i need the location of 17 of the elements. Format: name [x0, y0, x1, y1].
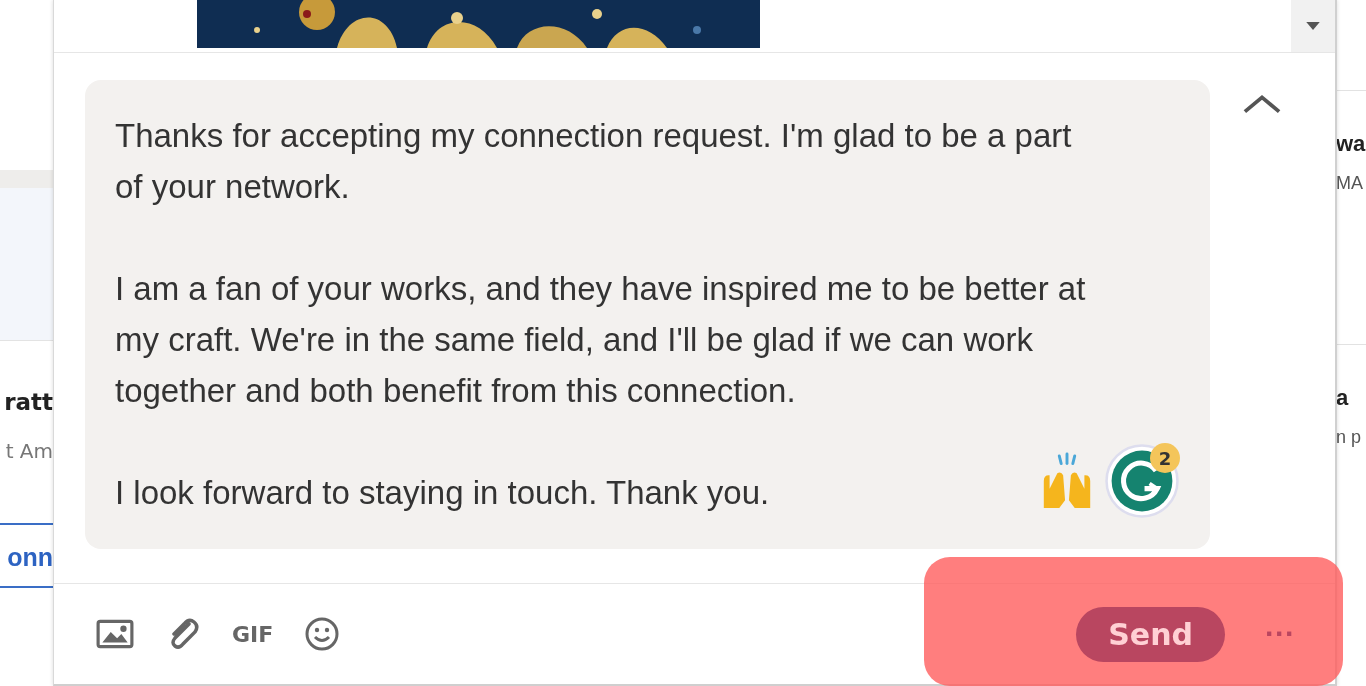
- profile-subtitle: MA: [1336, 173, 1364, 194]
- caret-icon[interactable]: [1306, 21, 1320, 31]
- profile-name: ratt: [3, 389, 53, 415]
- collapse-icon[interactable]: [1243, 94, 1281, 114]
- scrollbar[interactable]: [1291, 0, 1335, 52]
- gif-button[interactable]: GIF: [232, 621, 274, 647]
- profile-name: wa: [1336, 131, 1366, 157]
- message-paragraph: Thanks for accepting my connection request. I'm glad to be a part of your network.: [115, 116, 1073, 207]
- message-paragraph: I am a fan of your works, and they have inspired me to be better at my craft. We're in the same field, and I'll be glad if we can work together and both benefit from this connection.: [115, 269, 1087, 411]
- page-band: [0, 170, 53, 188]
- profile-subtitle: n p: [1336, 427, 1363, 448]
- grammarly-button[interactable]: 2: [1104, 443, 1180, 519]
- count-badge: 2: [1150, 443, 1180, 473]
- profile-subtitle: t Am: [4, 439, 53, 463]
- profile-name: a: [1336, 385, 1350, 411]
- message-paragraph: I look forward to staying in touch. Thank you.: [115, 473, 770, 513]
- message-field[interactable]: [85, 80, 1210, 549]
